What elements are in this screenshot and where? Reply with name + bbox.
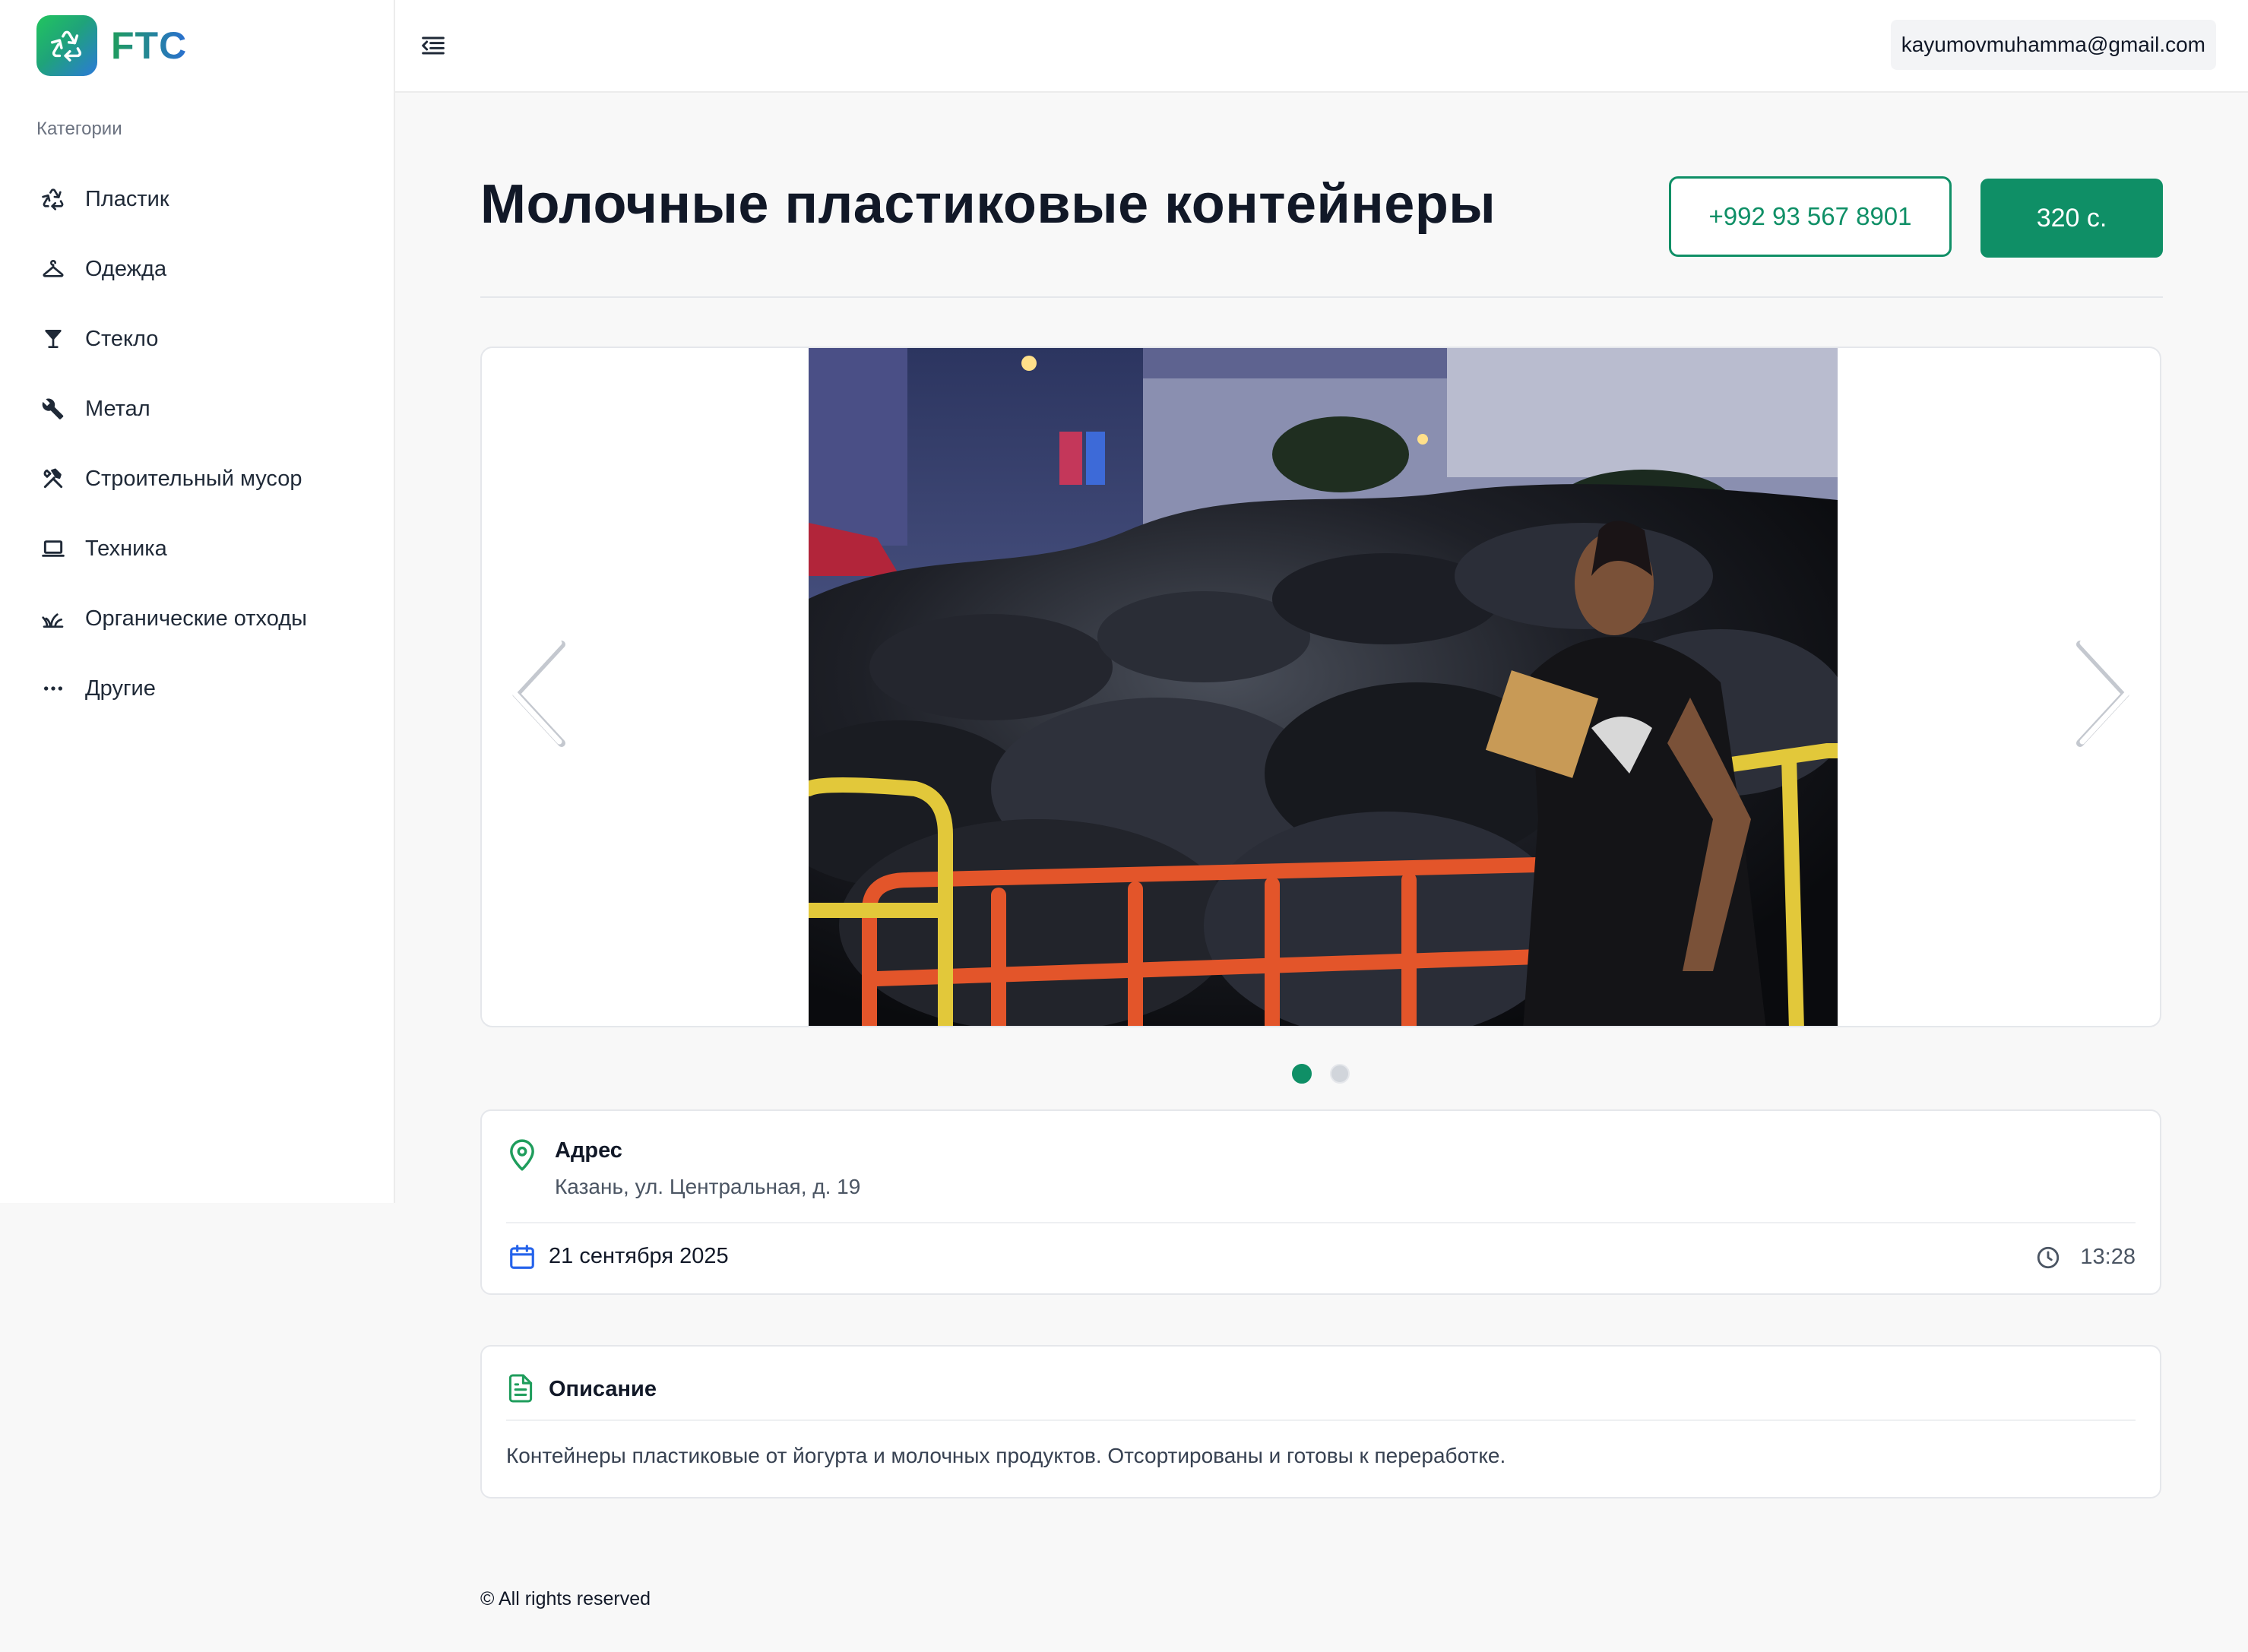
document-icon: [508, 1372, 534, 1404]
time-value: 13:28: [2080, 1245, 2136, 1269]
divider: [506, 1222, 2136, 1223]
sidebar-item-label: Органические отходы: [85, 606, 307, 631]
tools-icon: [36, 462, 70, 495]
page-title: Молочные пластиковые контейнеры: [480, 174, 1496, 235]
sidebar-item-other[interactable]: Другие: [36, 654, 371, 723]
sidebar-item-glass[interactable]: Стекло: [36, 304, 371, 374]
logo[interactable]: FTC: [36, 15, 187, 76]
phone-button[interactable]: +992 93 567 8901: [1669, 176, 1952, 257]
divider: [480, 296, 2163, 298]
sidebar-item-construction[interactable]: Строительный мусор: [36, 444, 371, 514]
image-carousel: [480, 347, 2161, 1027]
price-button[interactable]: 320 с.: [1980, 179, 2163, 258]
date-value: 21 сентября 2025: [549, 1244, 729, 1268]
carousel-prev-button[interactable]: [505, 637, 573, 751]
sidebar-item-label: Одежда: [85, 256, 167, 281]
grass-icon: [36, 602, 70, 635]
topbar: kayumovmuhamma@gmail.com: [395, 0, 2248, 93]
category-list: Пластик Одежда Стекло Метал Строительный…: [36, 164, 371, 723]
recycle-logo-icon: [36, 15, 97, 76]
sidebar: FTC Категории Пластик Одежда Стекло Мета…: [0, 0, 395, 1203]
description-card: Описание Контейнеры пластиковые от йогур…: [480, 1345, 2161, 1499]
user-email[interactable]: kayumovmuhamma@gmail.com: [1890, 20, 2216, 70]
sidebar-item-label: Метал: [85, 396, 150, 421]
glass-icon: [36, 322, 70, 356]
calendar-icon: [508, 1242, 537, 1272]
wrench-icon: [36, 392, 70, 426]
sidebar-item-organic[interactable]: Органические отходы: [36, 584, 371, 654]
location-pin-icon: [508, 1138, 537, 1172]
recycle-icon: [36, 182, 70, 216]
listing-photo: [809, 348, 1838, 1026]
sidebar-item-label: Стекло: [85, 326, 159, 351]
sidebar-item-label: Другие: [85, 676, 156, 701]
more-icon: [36, 672, 70, 705]
description-text: Контейнеры пластиковые от йогурта и моло…: [506, 1444, 1506, 1467]
carousel-indicators: [1292, 1064, 1350, 1084]
footer-copyright: © All rights reserved: [480, 1588, 651, 1609]
sidebar-item-clothes[interactable]: Одежда: [36, 234, 371, 304]
divider: [506, 1419, 2136, 1421]
sidebar-item-plastic[interactable]: Пластик: [36, 164, 371, 234]
menu-collapse-icon[interactable]: [418, 30, 448, 61]
carousel-dot-2[interactable]: [1330, 1064, 1350, 1084]
laptop-icon: [36, 532, 70, 565]
carousel-dot-1[interactable]: [1292, 1064, 1312, 1084]
sidebar-item-label: Техника: [85, 536, 167, 561]
description-label: Описание: [549, 1377, 657, 1401]
carousel-next-button[interactable]: [2069, 637, 2137, 751]
brand-name: FTC: [111, 24, 188, 67]
sidebar-item-metal[interactable]: Метал: [36, 374, 371, 444]
sidebar-item-electronics[interactable]: Техника: [36, 514, 371, 584]
categories-heading: Категории: [36, 119, 122, 139]
address-label: Адрес: [555, 1138, 622, 1163]
address-value: Казань, ул. Центральная, д. 19: [555, 1175, 861, 1198]
clock-icon: [2035, 1245, 2061, 1271]
info-card: Адрес Казань, ул. Центральная, д. 19 21 …: [480, 1109, 2161, 1295]
sidebar-item-label: Пластик: [85, 186, 169, 211]
sidebar-item-label: Строительный мусор: [85, 466, 302, 491]
hanger-icon: [36, 252, 70, 286]
